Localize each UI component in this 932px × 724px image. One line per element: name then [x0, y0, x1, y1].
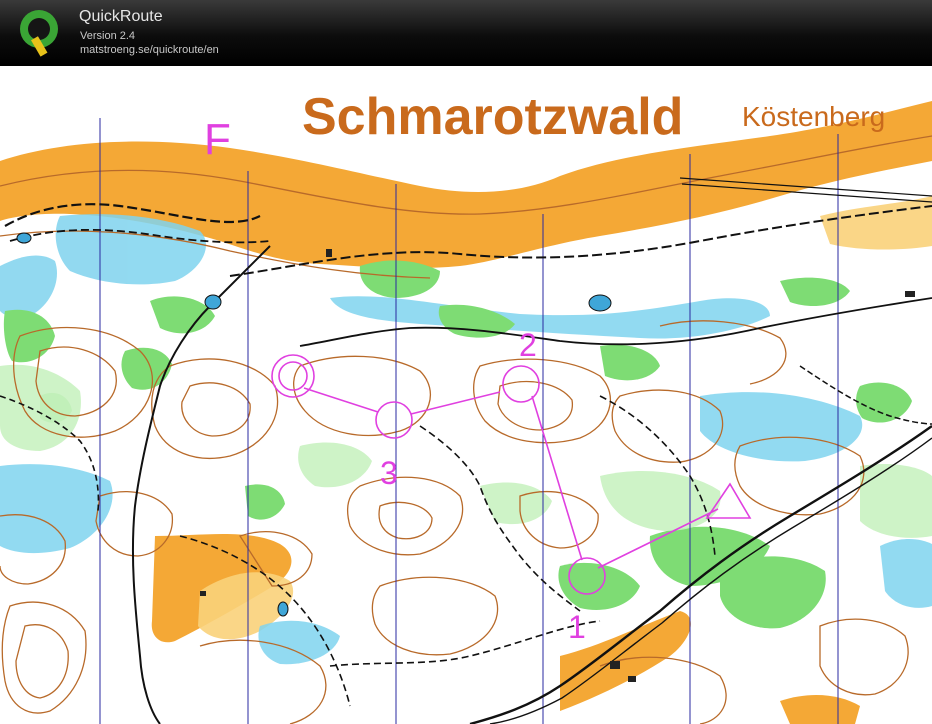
app-version: Version 2.4	[80, 30, 136, 42]
map-svg: Schmarotzwald Köstenberg F 1 2 3	[0, 66, 932, 724]
map-subtitle: Köstenberg	[742, 101, 885, 132]
sheet-letter: F	[204, 115, 231, 164]
control-number-2: 2	[519, 327, 537, 363]
quickroute-logo-icon	[20, 10, 58, 57]
map-title: Schmarotzwald	[302, 88, 683, 146]
control-number-1: 1	[568, 609, 586, 645]
orienteering-map[interactable]: Schmarotzwald Köstenberg F 1 2 3	[0, 66, 932, 724]
app-header: QuickRoute Version 2.4 matstroeng.se/qui…	[0, 0, 932, 67]
app-url-link[interactable]: matstroeng.se/quickroute/en	[80, 44, 219, 56]
app-title: QuickRoute	[79, 8, 163, 25]
control-number-3: 3	[380, 455, 398, 491]
